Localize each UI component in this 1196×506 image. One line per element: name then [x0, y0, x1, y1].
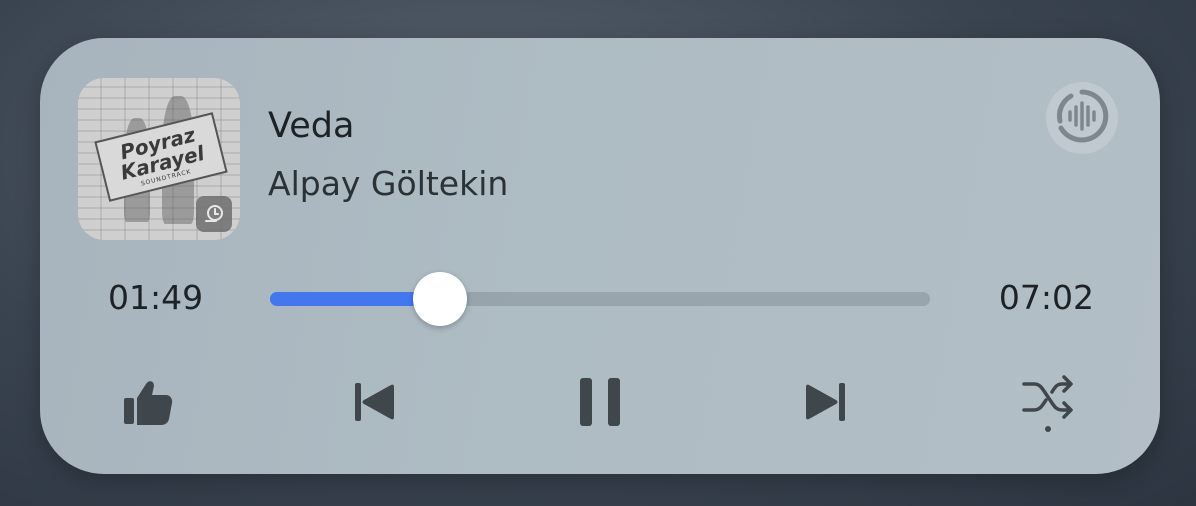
- pause-button[interactable]: [560, 368, 640, 440]
- track-title: Veda: [268, 106, 355, 146]
- previous-button[interactable]: [334, 368, 414, 440]
- track-artist: Alpay Göltekin: [268, 164, 509, 203]
- elapsed-time: 01:49: [108, 278, 204, 317]
- progress-thumb[interactable]: [413, 272, 468, 326]
- shuffle-icon: [1020, 370, 1076, 438]
- next-button[interactable]: [786, 368, 866, 440]
- thumbs-up-icon: [120, 374, 176, 434]
- pause-icon: [577, 376, 623, 432]
- media-player-card: Poyraz Karayel SOUNDTRACK Veda Alpay Göl…: [40, 38, 1160, 474]
- audio-output-button[interactable]: [1046, 82, 1118, 154]
- music-app-icon: [196, 196, 232, 232]
- album-art[interactable]: Poyraz Karayel SOUNDTRACK: [78, 78, 240, 240]
- skip-previous-icon: [351, 379, 397, 429]
- total-duration: 07:02: [998, 278, 1094, 317]
- audio-waveform-icon: [1051, 85, 1113, 151]
- skip-next-icon: [803, 379, 849, 429]
- like-button[interactable]: [108, 368, 188, 440]
- shuffle-button[interactable]: [1008, 368, 1088, 440]
- progress-slider[interactable]: [270, 272, 930, 326]
